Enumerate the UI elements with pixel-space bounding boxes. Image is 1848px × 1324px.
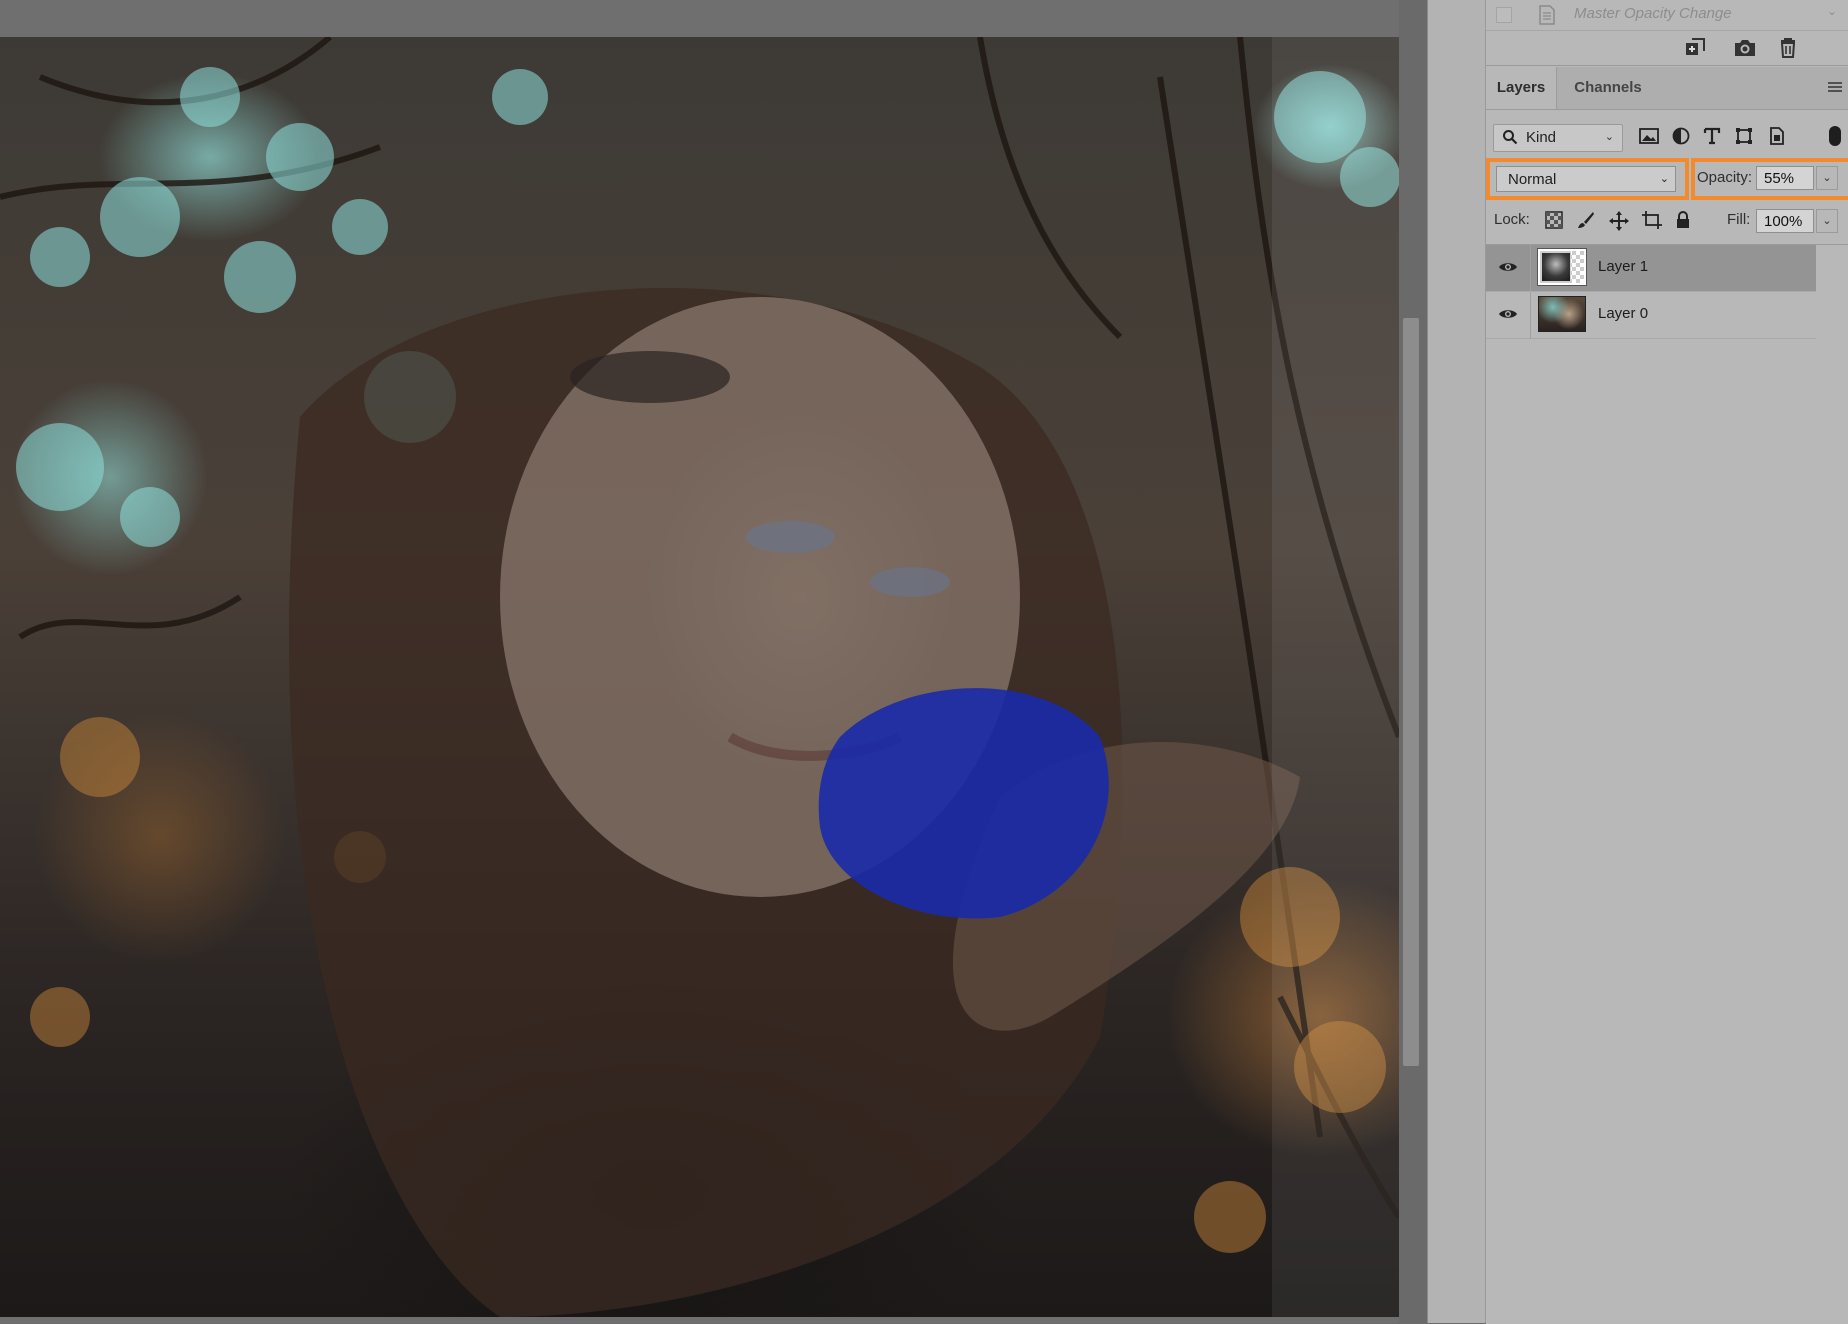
canvas-scrollbar-thumb[interactable] [1403,318,1419,1066]
chevron-down-icon: ⌄ [1826,4,1837,18]
chevron-down-icon: ⌄ [1604,131,1614,143]
layers-list: Layer 1 Layer 0 [1486,244,1848,1324]
lock-all-icon[interactable] [1675,211,1691,234]
document-icon [1536,4,1558,31]
smart-object-filter-icon[interactable] [1767,127,1785,150]
layer-row-divider [1530,245,1531,291]
panel-menu-icon[interactable] [1827,81,1843,100]
lock-fill-row: Lock: Fill: 100% ⌄ [1486,206,1848,236]
right-panel: Master Opacity Change ⌄ Layers Channels … [1485,0,1848,1324]
opacity-dropdown-chevron-icon[interactable]: ⌄ [1816,166,1838,190]
opacity-label: Opacity: [1697,169,1753,186]
trash-icon[interactable] [1777,37,1799,64]
fill-dropdown-chevron-icon[interactable]: ⌄ [1816,209,1838,233]
opacity-input[interactable]: 55% [1756,166,1814,190]
image-filter-icon[interactable] [1639,127,1659,150]
tab-layers[interactable]: Layers [1486,67,1557,109]
fill-label: Fill: [1727,211,1751,228]
fill-input[interactable]: 100% [1756,209,1814,233]
history-brush-source-checkbox[interactable] [1496,7,1512,23]
layer-row-divider [1530,292,1531,338]
eye-visibility-icon[interactable] [1498,260,1518,279]
camera-snapshot-icon[interactable] [1733,37,1757,64]
blend-mode-select[interactable]: Normal ⌄ [1496,166,1676,192]
blend-mode-value: Normal [1508,171,1557,188]
adjustment-filter-icon[interactable] [1672,127,1690,150]
document-canvas-area [0,0,1399,1323]
layer-name[interactable]: Layer 1 [1598,258,1648,275]
new-document-from-state-icon[interactable] [1682,37,1708,64]
layer-filter-toggle[interactable] [1829,126,1841,146]
lock-label: Lock: [1494,211,1530,228]
layers-panel-tabs: Layers Channels [1486,67,1848,110]
type-filter-icon[interactable] [1703,127,1721,150]
history-snapshot-label: Master Opacity Change [1574,5,1732,22]
layer-thumbnail[interactable] [1538,296,1586,332]
artwork-illustration [0,37,1399,1317]
panel-gutter [1427,0,1486,1323]
history-snapshot-row[interactable]: Master Opacity Change ⌄ [1486,0,1848,31]
history-toolbar [1486,31,1848,66]
search-icon [1502,129,1518,149]
lock-transparent-pixels-icon[interactable] [1545,211,1563,234]
layer-thumbnail-image [1542,253,1570,281]
eye-visibility-icon[interactable] [1498,307,1518,326]
lock-image-pixels-icon[interactable] [1577,211,1595,234]
chevron-down-icon: ⌄ [1659,173,1669,185]
kind-filter-select[interactable]: Kind ⌄ [1493,124,1623,152]
layer-filter-row: Kind ⌄ [1486,118,1848,156]
artwork-image[interactable] [0,37,1399,1317]
layer-thumbnail[interactable] [1537,248,1587,286]
lock-artboard-icon[interactable] [1642,211,1662,234]
blend-opacity-row: Normal ⌄ Opacity: 55% ⌄ [1486,158,1848,202]
layer-name[interactable]: Layer 0 [1598,305,1648,322]
tab-channels[interactable]: Channels [1566,67,1650,109]
shape-filter-icon[interactable] [1735,127,1753,150]
layer-row-layer-0[interactable]: Layer 0 [1486,292,1816,339]
kind-filter-label: Kind [1526,129,1557,146]
lock-position-icon[interactable] [1609,211,1629,236]
layer-row-layer-1[interactable]: Layer 1 [1486,245,1816,292]
